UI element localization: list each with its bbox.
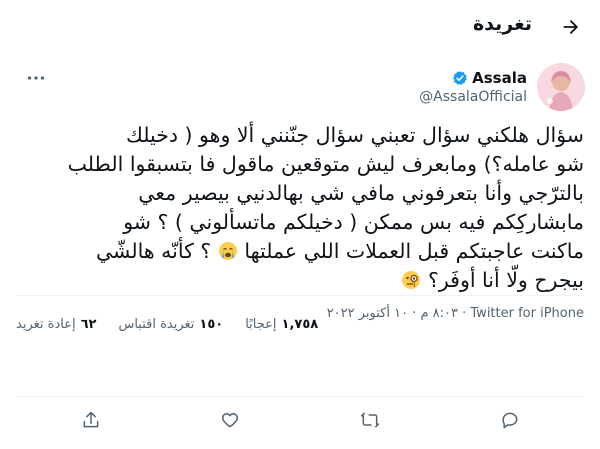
stat-number: ٦٢ <box>80 316 97 332</box>
stat-likes[interactable]: ١,٧٥٨ إعجابًا <box>245 310 318 338</box>
tweet-text-part: ؟ كأنّه هالشّي <box>95 239 212 263</box>
tweet-text-part: ماكنت عاجبتكم قبل العملات اللي عملتها <box>244 239 584 263</box>
author-names: Assala @AssalaOfficial <box>419 69 527 105</box>
tweet-text: سؤال هلكني سؤال تعبني سؤال جنّنني ألا وه… <box>12 121 584 295</box>
share-button[interactable] <box>79 408 103 432</box>
divider <box>16 295 584 296</box>
more-icon <box>27 76 45 80</box>
tweet-text-part: بيجرح ولّا أنا أوفَر؟ <box>427 268 584 292</box>
display-name-row: Assala <box>419 69 527 87</box>
retweet-button[interactable] <box>358 408 382 432</box>
handle[interactable]: @AssalaOfficial <box>419 89 527 105</box>
tweet-line: بالترّجي وأنا بتعرفوني مافي شي بهالدنيي … <box>138 181 584 205</box>
display-name[interactable]: Assala <box>472 69 527 87</box>
reply-button[interactable] <box>498 408 522 432</box>
avatar[interactable] <box>537 63 585 111</box>
share-icon <box>83 411 99 428</box>
stat-label: إعجابًا <box>245 316 277 332</box>
tweet-stats: ٦٢ إعادة تغريد ١٥٠ تغريدة اقتباس ١,٧٥٨ إ… <box>16 310 584 338</box>
verified-badge-icon <box>453 71 468 85</box>
stat-quotes[interactable]: ١٥٠ تغريدة اقتباس <box>118 310 223 338</box>
tweet-line: سؤال هلكني سؤال تعبني سؤال جنّنني ألا وه… <box>125 123 584 147</box>
tweet-line: شو عامله؟) ومابعرف ليش متوقعين ماقول فا … <box>67 152 584 176</box>
tweet-line: مابشاركِكم فيه بس ممكن ( دخيلكم ماتسألون… <box>123 210 584 234</box>
like-button[interactable] <box>218 408 242 432</box>
tweet-line: بيجرح ولّا أنا أوفَر؟ <box>12 266 584 295</box>
arrow-right-icon <box>563 20 578 34</box>
tweet-author: Assala @AssalaOfficial <box>25 61 585 113</box>
stat-retweets[interactable]: ٦٢ إعادة تغريد <box>16 310 96 338</box>
stat-number: ١٥٠ <box>199 316 224 332</box>
tweet-actions <box>16 400 584 440</box>
header: تغريدة <box>0 0 600 53</box>
page-title: تغريدة <box>472 13 532 35</box>
divider <box>16 396 584 397</box>
more-options-button[interactable] <box>25 67 47 89</box>
crying-face-emoji-icon <box>218 242 237 260</box>
stat-label: تغريدة اقتباس <box>118 316 195 332</box>
comment-icon <box>502 412 518 429</box>
stat-number: ١,٧٥٨ <box>281 316 319 332</box>
tweet-line: ماكنت عاجبتكم قبل العملات اللي عملتها ؟ … <box>12 237 584 266</box>
retweet-icon <box>360 412 380 428</box>
back-button[interactable] <box>556 12 586 42</box>
stat-label: إعادة تغريد <box>16 316 76 332</box>
avatar-image <box>537 63 585 111</box>
monocle-face-emoji-icon <box>402 271 421 289</box>
heart-icon <box>221 413 239 428</box>
